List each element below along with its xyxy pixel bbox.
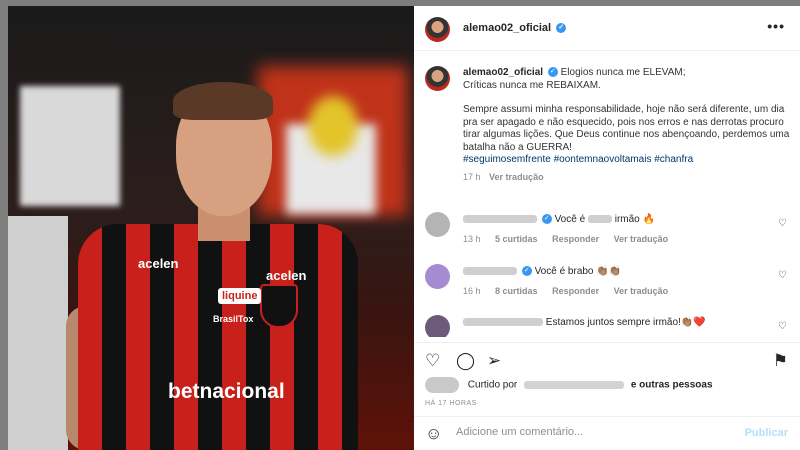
verified-icon: ✓ xyxy=(556,23,567,34)
post-header: alemao02_oficial ✓ ••• xyxy=(414,6,800,51)
redacted-name xyxy=(587,215,612,224)
caption-line-1: Elogios nunca me ELEVAM; xyxy=(560,67,686,78)
caption-age[interactable]: 17 h xyxy=(463,172,481,182)
redacted-liker xyxy=(524,381,625,389)
redacted-username xyxy=(463,215,537,224)
comment-body: Você é xyxy=(554,214,586,225)
background-player xyxy=(8,216,68,450)
comment-text: Estamos juntos sempre irmão!👏🏽❤️ xyxy=(463,317,706,328)
comment-body: Você é brabo 👏🏽👏🏽 xyxy=(534,266,622,277)
reply-button[interactable]: Responder xyxy=(552,286,599,296)
verified-icon: ✓ xyxy=(541,214,552,225)
sponsor-text: liquine xyxy=(218,288,262,304)
username-link[interactable]: alemao02_oficial xyxy=(463,22,551,34)
comment-meta: 13 h 5 curtidas Responder Ver tradução xyxy=(463,234,680,244)
caption-hashtags[interactable]: #seguimosemfrente #oontemnaovoltamais #c… xyxy=(463,154,793,167)
post-timestamp[interactable]: HÁ 17 HORAS xyxy=(425,400,477,407)
sponsor-text: BrasilTox xyxy=(213,314,254,324)
avatar[interactable] xyxy=(425,315,450,337)
heart-icon[interactable]: ♡ xyxy=(778,270,787,281)
comment-meta: 16 h 8 curtidas Responder Ver tradução xyxy=(463,286,680,296)
emoji-icon[interactable]: ☺ xyxy=(425,424,442,444)
heart-icon[interactable]: ♡ xyxy=(778,218,787,229)
verified-icon: ✓ xyxy=(547,67,558,78)
translate-link[interactable]: Ver tradução xyxy=(614,286,669,296)
add-comment-bar: ☺ Publicar xyxy=(414,416,800,450)
bookmark-icon[interactable]: ⚑ xyxy=(773,351,788,371)
comment-item: ✓ Você é brabo 👏🏽👏🏽 16 h 8 curtidas Resp… xyxy=(425,264,795,304)
publish-button[interactable]: Publicar xyxy=(745,427,788,439)
translate-link[interactable]: Ver tradução xyxy=(614,234,669,244)
player-hair xyxy=(173,82,273,120)
liker-avatars xyxy=(425,377,459,393)
like-icon[interactable]: ♡ xyxy=(425,351,440,371)
sponsor-text: acelen xyxy=(138,256,179,271)
comment-text: ✓ Você é irmão 🔥 xyxy=(463,214,655,225)
post-actions: ♡ ◯ ➢ ⚑ xyxy=(414,342,800,382)
caption-line-2: Críticas nunca me REBAIXAM. xyxy=(463,79,601,91)
comment-icon[interactable]: ◯ xyxy=(456,351,475,371)
comment-input[interactable] xyxy=(456,426,736,438)
comment-body: Estamos juntos sempre irmão!👏🏽❤️ xyxy=(545,317,706,328)
translate-link[interactable]: Ver tradução xyxy=(489,172,544,182)
player-shirt xyxy=(78,224,358,450)
caption-text: alemao02_oficial ✓ Elogios nunca me ELEV… xyxy=(463,67,793,183)
background-yellow xyxy=(308,96,358,156)
caption-meta: 17 h Ver tradução xyxy=(463,171,793,184)
comment-item: Estamos juntos sempre irmão!👏🏽❤️ ♡ xyxy=(425,315,795,337)
more-horizontal-icon[interactable]: ••• xyxy=(767,18,785,34)
comment-text: ✓ Você é brabo 👏🏽👏🏽 xyxy=(463,266,621,277)
photo-frame: acelen acelen liquine BrasilTox betnacio… xyxy=(0,0,414,450)
verified-icon: ✓ xyxy=(521,266,532,277)
reply-button[interactable]: Responder xyxy=(552,234,599,244)
sponsor-text: betnacional xyxy=(168,380,285,403)
header-username[interactable]: alemao02_oficial ✓ xyxy=(463,22,567,34)
heart-icon[interactable]: ♡ xyxy=(778,321,787,332)
caption-body: Sempre assumi minha responsabilidade, ho… xyxy=(463,104,790,153)
post-panel: alemao02_oficial ✓ ••• alemao02_oficial … xyxy=(414,6,800,450)
sponsor-text: acelen xyxy=(266,268,307,283)
likes-summary: Curtido por e outras pessoas xyxy=(425,377,713,393)
post-photo[interactable]: acelen acelen liquine BrasilTox betnacio… xyxy=(8,6,414,450)
share-icon[interactable]: ➢ xyxy=(487,351,501,371)
avatar[interactable] xyxy=(425,212,450,237)
comment-age[interactable]: 16 h xyxy=(463,286,481,296)
caption-username[interactable]: alemao02_oficial xyxy=(463,67,543,78)
avatar[interactable] xyxy=(425,66,450,91)
likes-others-link[interactable]: outras pessoas xyxy=(639,380,712,391)
likes-prefix: Curtido por xyxy=(467,379,518,391)
comment-likes[interactable]: 8 curtidas xyxy=(495,286,538,296)
comment-likes[interactable]: 5 curtidas xyxy=(495,234,538,244)
comment-body-suffix: irmão 🔥 xyxy=(614,214,655,225)
comment-item: ✓ Você é irmão 🔥 13 h 5 curtidas Respond… xyxy=(425,212,795,252)
background-light xyxy=(20,86,120,206)
redacted-username xyxy=(463,267,517,276)
club-crest xyxy=(260,284,298,328)
avatar[interactable] xyxy=(425,264,450,289)
redacted-username xyxy=(463,318,543,327)
comment-age[interactable]: 13 h xyxy=(463,234,481,244)
avatar[interactable] xyxy=(425,17,450,42)
